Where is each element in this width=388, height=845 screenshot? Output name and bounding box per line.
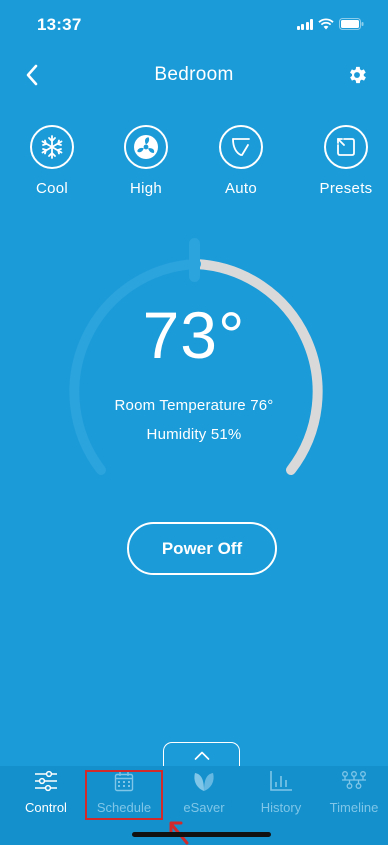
set-temperature: 73° xyxy=(142,298,246,372)
timeline-icon xyxy=(342,771,366,789)
tab-esaver-label: eSaver xyxy=(183,800,225,815)
chevron-up-icon xyxy=(194,751,209,760)
fan-icon xyxy=(134,135,158,159)
power-off-button[interactable]: Power Off xyxy=(127,522,277,575)
mode-cool-button[interactable]: Cool xyxy=(12,125,92,197)
wifi-icon xyxy=(318,18,334,30)
status-bar: 13:37 xyxy=(0,0,388,44)
tab-history-label: History xyxy=(260,800,302,815)
thermostat-control-screen: 13:37 Bedroom Cool High Auto Presets 73°… xyxy=(0,0,388,845)
header: Bedroom xyxy=(0,56,388,96)
tab-history[interactable]: History xyxy=(248,766,314,822)
room-temperature: Room Temperature 76° xyxy=(114,397,274,414)
mode-auto-button[interactable]: Auto xyxy=(201,125,281,197)
drawer-expand-handle[interactable] xyxy=(163,742,240,767)
leaf-icon xyxy=(194,773,214,791)
settings-button[interactable] xyxy=(346,64,370,88)
mode-icon-circle xyxy=(124,125,168,169)
bar-chart-icon xyxy=(270,771,292,791)
sliders-icon xyxy=(35,770,57,792)
battery-icon xyxy=(339,18,364,30)
home-indicator xyxy=(132,832,271,837)
tab-control[interactable]: Control xyxy=(12,766,80,822)
mode-icon-circle xyxy=(324,125,368,169)
schedule-highlight-box xyxy=(85,770,163,820)
tab-timeline[interactable]: Timeline xyxy=(320,766,388,822)
mode-cool-label: Cool xyxy=(35,180,69,197)
presets-icon xyxy=(337,138,355,156)
mode-fan-high-button[interactable]: High xyxy=(106,125,186,197)
auto-mode-icon xyxy=(232,138,250,156)
mode-auto-label: Auto xyxy=(224,180,258,197)
tab-timeline-label: Timeline xyxy=(329,800,379,815)
temperature-dial: 73° Room Temperature 76° Humidity 51% xyxy=(0,230,388,490)
gear-icon xyxy=(350,66,366,84)
page-title: Bedroom xyxy=(154,64,234,85)
dial-setpoint-handle xyxy=(189,238,200,282)
status-icons xyxy=(296,18,365,30)
mode-icon-circle xyxy=(219,125,263,169)
mode-high-label: High xyxy=(129,180,163,197)
tab-esaver[interactable]: eSaver xyxy=(172,766,236,822)
signal-icon xyxy=(296,19,313,30)
status-time: 13:37 xyxy=(37,15,82,34)
snowflake-icon xyxy=(41,135,63,159)
mode-controls: Cool High Auto Presets xyxy=(0,125,388,215)
mode-presets-label: Presets xyxy=(319,180,373,197)
tab-control-label: Control xyxy=(25,800,67,815)
mode-presets-button[interactable]: Presets xyxy=(306,125,386,197)
mode-icon-circle xyxy=(30,125,74,169)
humidity-reading: Humidity 51% xyxy=(146,426,242,443)
